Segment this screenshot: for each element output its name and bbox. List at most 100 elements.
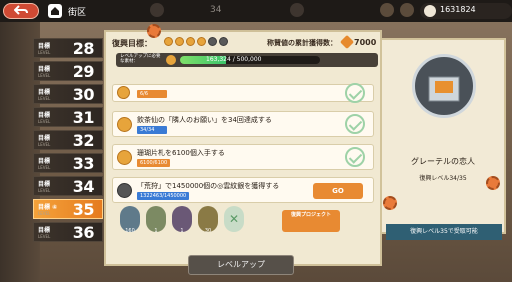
center-number: 34 (210, 5, 222, 15)
reward-item[interactable]: 1 (146, 206, 166, 234)
goal-dot-empty (219, 37, 228, 46)
task-title: 「荒狩」で1450000個の◎雲紋銀を獲得する (137, 182, 280, 190)
material-progress-text: 163,324 / 500,000 (206, 56, 262, 63)
currency-value: 1631824 (440, 5, 476, 14)
title-icon (339, 34, 355, 50)
task-title: 珊瑚片札を6100個入手する (137, 149, 225, 157)
district-label: 街区 (68, 8, 87, 18)
level-list: 目標 LEVEL 28 目標 LEVEL 29 目標 LEVEL 30 目標 LEVEL 31 … (33, 38, 105, 252)
goal-dot-filled (197, 37, 206, 46)
level-sublabel: LEVEL (38, 188, 51, 193)
task-icon (117, 86, 130, 99)
task-progress: 1322463/1450000 (137, 192, 190, 200)
back-button[interactable] (3, 3, 39, 19)
coin-icon (424, 5, 436, 17)
level-sublabel: LEVEL (38, 96, 51, 101)
task-icon (117, 150, 132, 165)
reward-name: グレーテルの恋人 (411, 157, 475, 166)
panel-header: 復興目標： 称賛値の累計獲得数： 7000 (106, 32, 380, 52)
check-icon (345, 114, 365, 134)
task-row: 6/6 (112, 83, 374, 103)
task-row: 「荒狩」で1450000個の◎雲紋銀を獲得する 1322463/1450000 … (112, 177, 374, 203)
home-icon[interactable] (48, 4, 62, 18)
level-label: 目標 (38, 158, 51, 165)
level-item[interactable]: 目標 LEVEL 29 (33, 61, 103, 81)
level-item[interactable]: 目標 LEVEL 34 (33, 176, 103, 196)
level-label: 目標 (38, 135, 51, 142)
reward-empty-icon: ✕ (224, 206, 244, 232)
reward-count: 1 (180, 228, 184, 234)
level-label: 目標 (38, 89, 51, 96)
level-label: 目標 (38, 227, 51, 234)
reward-item[interactable]: 160 (120, 206, 140, 234)
level-sublabel: LEVEL (38, 119, 51, 124)
level-sublabel: LEVEL (38, 50, 51, 55)
task-progress: 6/6 (137, 90, 167, 98)
check-icon (345, 147, 365, 167)
level-item[interactable]: 目標 LEVEL 32 (33, 130, 103, 150)
back-arrow-icon (14, 5, 28, 15)
reward-note-bar: 復興レベル35で受取可能 (386, 224, 502, 240)
level-item[interactable]: 目標 LEVEL 30 (33, 84, 103, 104)
level-number: 36 (72, 223, 95, 242)
level-sublabel: LEVEL (38, 165, 51, 170)
level-number: 33 (72, 154, 95, 173)
task-panel: 復興目標： 称賛値の累計獲得数： 7000 レベルアップに必要な素材： 163,… (104, 30, 382, 266)
reward-item[interactable]: 1 (172, 206, 192, 234)
reward-list: 160 1 1 30 ✕ (120, 206, 244, 234)
material-label: レベルアップに必要な素材： (120, 54, 161, 64)
title-count-label: 称賛値の累計獲得数： (267, 39, 337, 47)
level-sublabel: LEVEL (38, 142, 51, 147)
level-number: 32 (72, 131, 95, 150)
task-progress: 6100/6100 (137, 159, 171, 167)
goal-dot-filled (186, 37, 195, 46)
level-item[interactable]: 目標 LEVEL 31 (33, 107, 103, 127)
level-number: 30 (72, 85, 95, 104)
task-icon (117, 183, 132, 198)
level-item-selected[interactable]: 目標 ④ LEVEL 35 (33, 199, 103, 219)
level-up-button[interactable]: レベルアップ (188, 255, 294, 275)
task-title: 飲茶仙の「隣人のお願い」を34回達成する (137, 116, 272, 124)
material-icon (166, 55, 176, 65)
reward-image-icon (412, 54, 476, 118)
task-row: 飲茶仙の「隣人のお願い」を34回達成する 34/34 (112, 111, 374, 137)
material-bar: レベルアップに必要な素材： 163,324 / 500,000 (116, 53, 378, 67)
top-bar: 街区 34 1631824 (0, 0, 512, 22)
gear-ornament-icon (486, 176, 500, 190)
goal-dot-empty (208, 37, 217, 46)
task-icon (117, 117, 132, 132)
gift-box-icon (428, 76, 460, 102)
title-count-value: 7000 (354, 38, 377, 47)
level-label: 目標 ④ (38, 204, 58, 211)
level-label: 目標 (38, 112, 51, 119)
level-sublabel: LEVEL (38, 73, 51, 78)
level-label: 目標 (38, 43, 51, 50)
mail-icon[interactable] (380, 3, 394, 17)
gear-ornament-icon (147, 24, 161, 38)
level-label: 目標 (38, 66, 51, 73)
ornament-icon (150, 3, 164, 17)
task-progress: 34/34 (137, 126, 167, 134)
ornament-icon (290, 3, 304, 17)
level-number: 34 (72, 177, 95, 196)
level-number: 35 (72, 200, 95, 219)
gear-ornament-icon (383, 196, 397, 210)
menu-icon[interactable] (400, 3, 414, 17)
reward-count: 1 (154, 228, 158, 234)
check-icon (345, 83, 365, 103)
level-number: 31 (72, 108, 95, 127)
level-item[interactable]: 目標 LEVEL 28 (33, 38, 103, 58)
goal-dot-filled (175, 37, 184, 46)
currency-display: 1631824 (420, 3, 512, 19)
level-item[interactable]: 目標 LEVEL 33 (33, 153, 103, 173)
goal-dots (164, 37, 228, 46)
project-button[interactable]: 復興プロジェクト (282, 210, 340, 232)
level-item[interactable]: 目標 LEVEL 36 (33, 222, 103, 242)
level-sublabel: LEVEL (38, 211, 51, 216)
reward-item[interactable]: 30 (198, 206, 218, 234)
reward-count: 160 (125, 228, 135, 234)
go-button[interactable]: GO (313, 183, 363, 199)
reward-card: グレーテルの恋人 復興レベル34/35 (380, 38, 506, 234)
level-sublabel: LEVEL (38, 234, 51, 239)
level-number: 29 (72, 62, 95, 81)
